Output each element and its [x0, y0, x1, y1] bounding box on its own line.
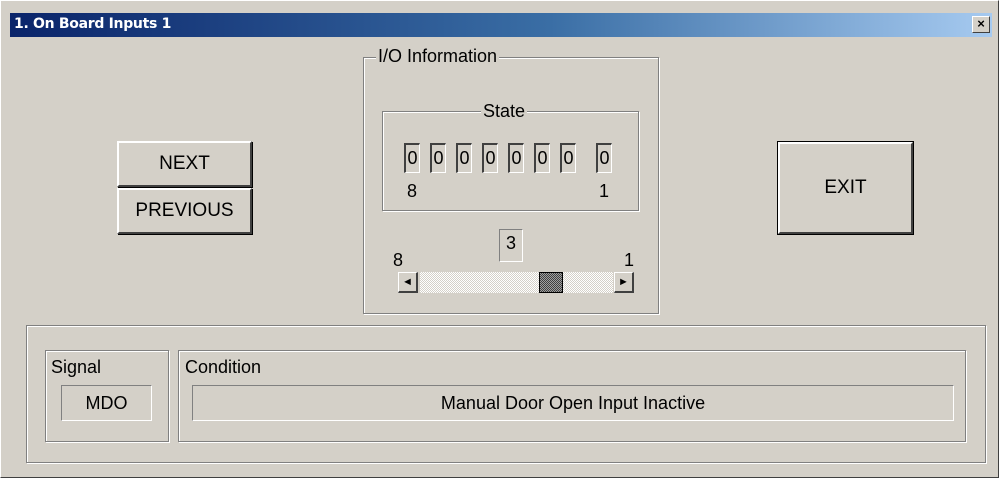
state-bit-3: 0 — [534, 143, 550, 173]
signal-label: Signal — [51, 357, 102, 377]
scroll-right-label: 1 — [624, 250, 635, 270]
input-scrollbar-thumb[interactable] — [539, 272, 563, 293]
state-title: State — [481, 101, 528, 121]
scroll-right-button[interactable]: ► — [614, 272, 634, 293]
exit-button[interactable]: EXIT — [778, 142, 913, 234]
condition-value-field: Manual Door Open Input Inactive — [192, 385, 954, 421]
state-bit-5: 0 — [482, 143, 498, 173]
exit-button-label: EXIT — [824, 177, 867, 198]
scroll-left-label: 8 — [393, 250, 404, 270]
state-left-index-label: 8 — [407, 181, 418, 201]
state-bit-6: 0 — [456, 143, 472, 173]
state-bit-2: 0 — [560, 143, 576, 173]
next-button-label: NEXT — [159, 153, 210, 174]
state-bit-1: 0 — [596, 143, 612, 173]
input-scrollbar-track[interactable] — [420, 272, 613, 293]
scroll-left-button[interactable]: ◄ — [398, 272, 418, 293]
arrow-left-icon: ◄ — [402, 276, 413, 288]
title-bar[interactable]: 1. On Board Inputs 1 × — [10, 13, 992, 37]
state-bit-8: 0 — [404, 143, 420, 173]
signal-value-field: MDO — [61, 385, 152, 421]
state-bit-4: 0 — [508, 143, 524, 173]
state-bit-7: 0 — [430, 143, 446, 173]
state-right-index-label: 1 — [599, 181, 610, 201]
close-button[interactable]: × — [972, 16, 990, 33]
previous-button-label: PREVIOUS — [135, 200, 234, 221]
condition-label: Condition — [185, 357, 262, 377]
arrow-right-icon: ► — [618, 276, 629, 288]
next-button[interactable]: NEXT — [117, 141, 252, 187]
exit-button-frame: EXIT — [777, 141, 914, 235]
selected-input-display: 3 — [499, 229, 523, 262]
io-information-title: I/O Information — [376, 46, 500, 66]
window-title: 1. On Board Inputs 1 — [14, 16, 172, 32]
previous-button[interactable]: PREVIOUS — [117, 188, 252, 234]
close-icon: × — [977, 16, 985, 31]
dialog-window: 1. On Board Inputs 1 × NEXT PREVIOUS EXI… — [0, 0, 999, 478]
